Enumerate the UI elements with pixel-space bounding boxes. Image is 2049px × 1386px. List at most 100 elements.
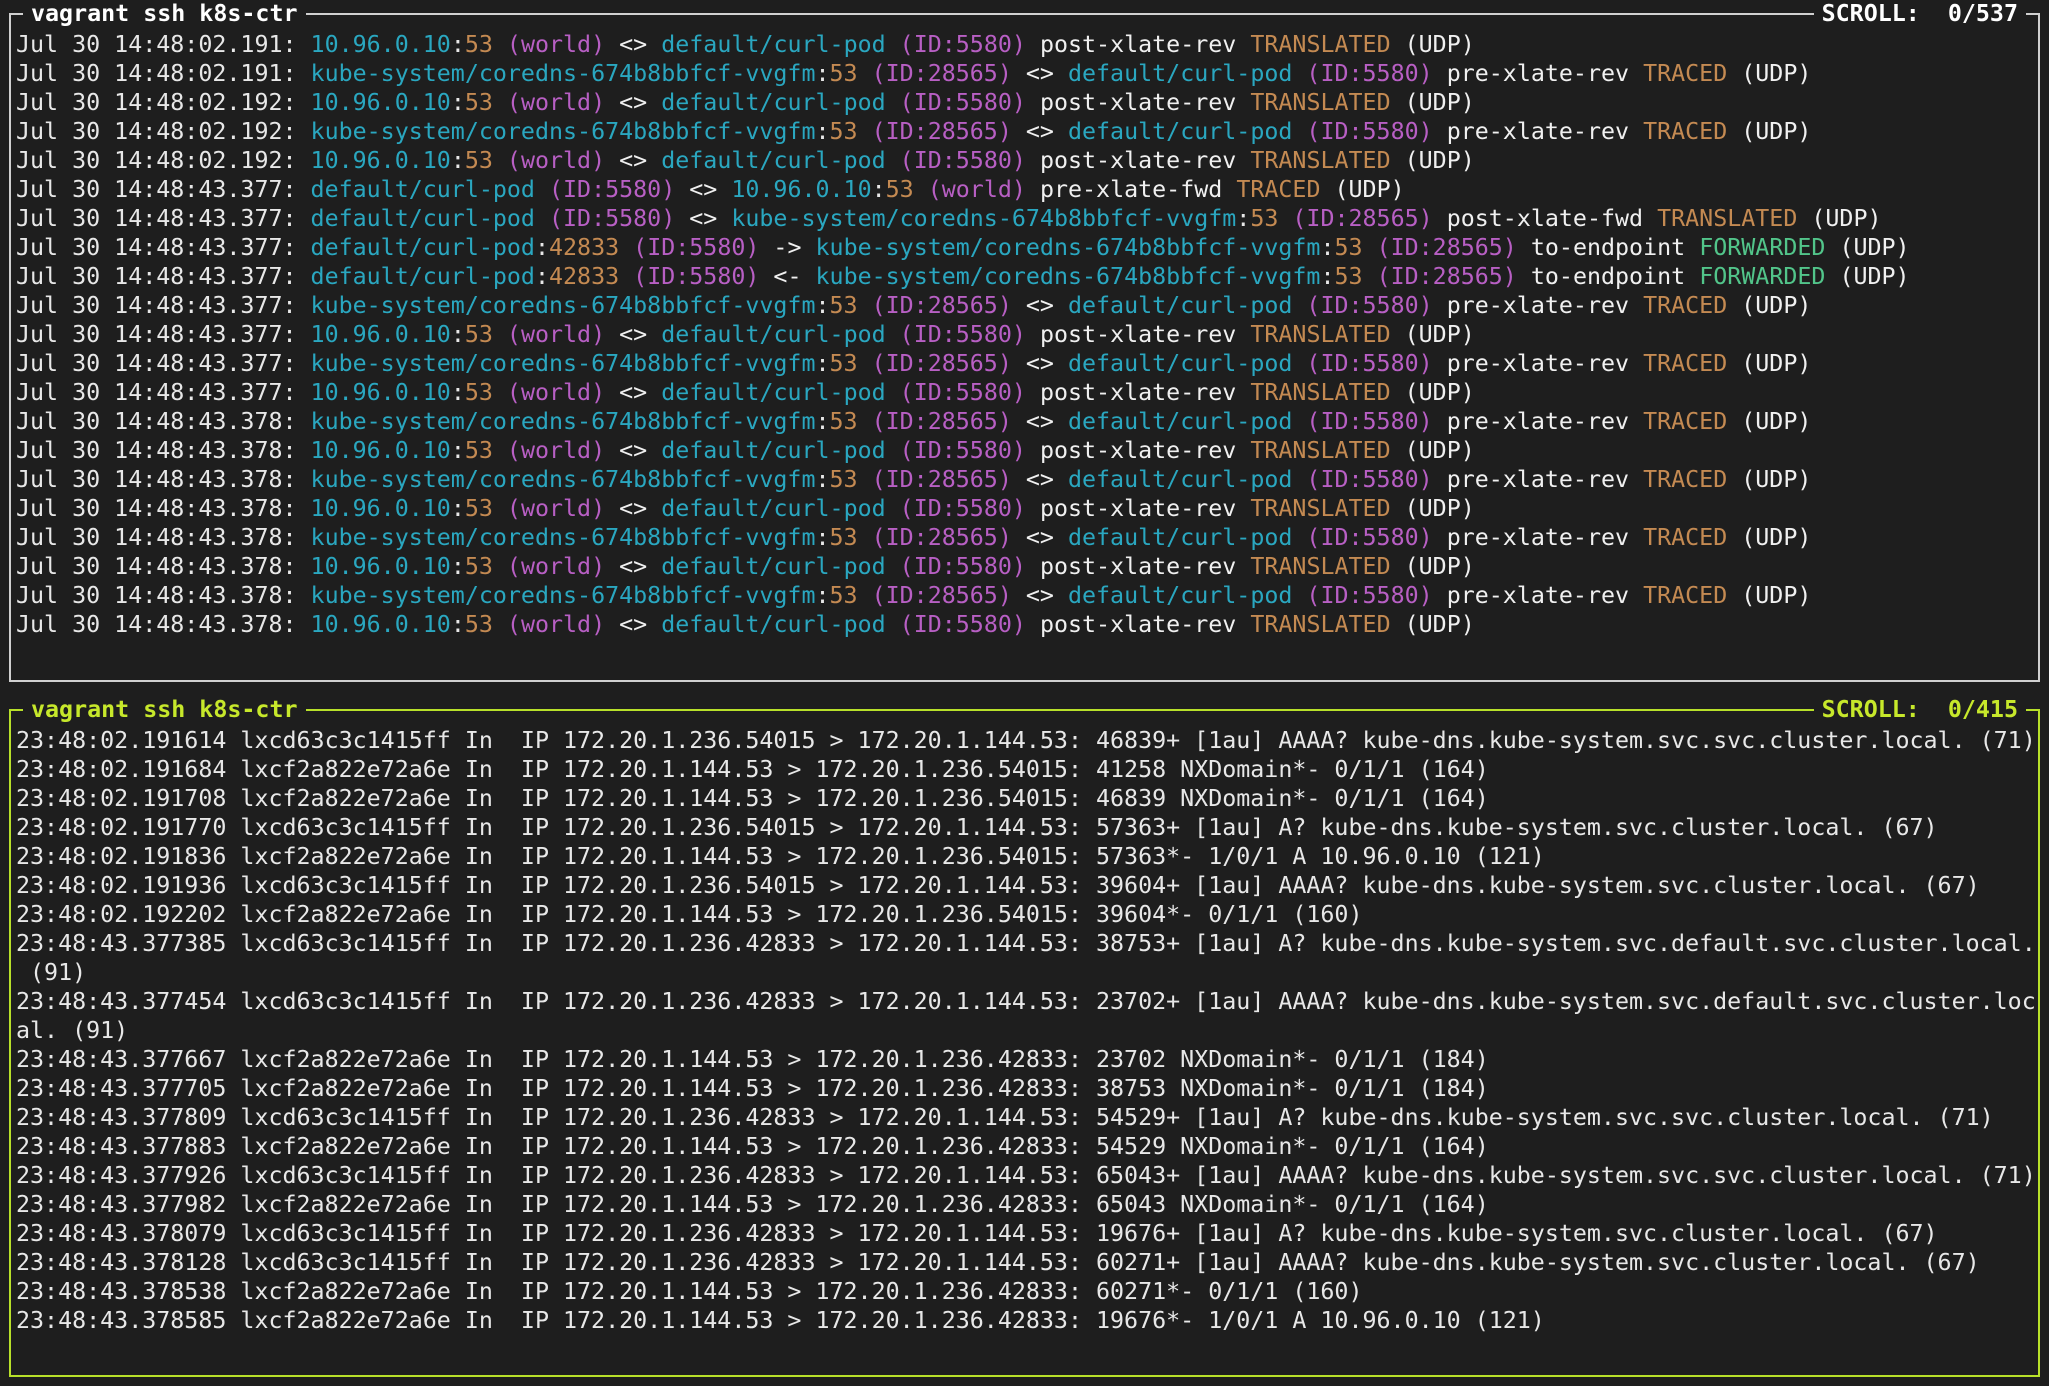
log-segment: (ID:28565) — [1362, 263, 1517, 290]
log-segment: TRANSLATED — [1250, 321, 1391, 348]
log-segment: Jul 30 14:48:02.191: — [16, 60, 311, 87]
log-segment: (UDP) — [1727, 60, 1812, 87]
terminal-output: 23:48:02.191614 lxcd63c3c1415ff In IP 17… — [16, 726, 2034, 1335]
log-segment: <> — [605, 147, 662, 174]
log-segment: (UDP) — [1390, 553, 1475, 580]
log-segment: <- — [759, 263, 816, 290]
log-line: Jul 30 14:48:43.377: 10.96.0.10:53 (worl… — [16, 320, 2034, 349]
log-segment: (ID:28565) — [1362, 234, 1517, 261]
log-segment: 53 — [464, 31, 493, 58]
log-segment: 53 — [464, 147, 493, 174]
log-segment: (ID:5580) — [885, 321, 1026, 348]
log-segment: : — [815, 350, 830, 377]
log-segment: Jul 30 14:48:43.377: — [16, 263, 311, 290]
log-segment: 10.96.0.10 — [310, 321, 451, 348]
log-segment: : — [450, 379, 465, 406]
log-segment: (world) — [492, 321, 606, 348]
tcpdump-pane[interactable]: vagrant ssh k8s-ctr SCROLL: 0/415 23:48:… — [9, 695, 2040, 1377]
log-segment: 10.96.0.10 — [310, 379, 451, 406]
log-segment: kube-system/coredns-674b8bbfcf-vvgfm — [310, 118, 816, 145]
log-line: Jul 30 14:48:02.192: kube-system/coredns… — [16, 117, 2034, 146]
log-segment: 53 — [829, 292, 858, 319]
log-segment: : — [534, 263, 549, 290]
log-segment: default/curl-pod — [310, 176, 535, 203]
hubble-observe-pane[interactable]: vagrant ssh k8s-ctr SCROLL: 0/537 Jul 30… — [9, 0, 2040, 682]
log-segment: (world) — [492, 611, 606, 638]
log-segment: 23:48:43.378538 lxcf2a822e72a6e In IP 17… — [16, 1278, 1363, 1305]
log-segment: Jul 30 14:48:43.378: — [16, 582, 311, 609]
log-segment: TRANSLATED — [1250, 553, 1391, 580]
log-segment: (UDP) — [1390, 437, 1475, 464]
log-segment: 53 — [464, 437, 493, 464]
log-segment: default/curl-pod — [661, 611, 886, 638]
log-segment: (UDP) — [1390, 321, 1475, 348]
log-segment: 53 — [1334, 234, 1363, 261]
log-segment: (ID:5580) — [534, 205, 676, 232]
log-segment: (UDP) — [1727, 118, 1812, 145]
log-segment: post-xlate-rev — [1025, 89, 1251, 116]
terminal-output: Jul 30 14:48:02.191: 10.96.0.10:53 (worl… — [16, 30, 2034, 639]
scroll-indicator: SCROLL: 0/537 — [1813, 0, 2026, 29]
log-segment: 23:48:43.377883 lxcf2a822e72a6e In IP 17… — [16, 1133, 1489, 1160]
log-segment: to-endpoint — [1516, 263, 1700, 290]
log-line: Jul 30 14:48:43.377: default/curl-pod:42… — [16, 233, 2034, 262]
log-line: Jul 30 14:48:02.192: 10.96.0.10:53 (worl… — [16, 146, 2034, 175]
log-segment: 53 — [464, 611, 493, 638]
log-segment: (ID:28565) — [857, 292, 1012, 319]
log-segment: default/curl-pod — [661, 379, 886, 406]
log-segment: default/curl-pod — [1067, 350, 1293, 377]
log-segment: TRANSLATED — [1657, 205, 1798, 232]
log-segment: : — [1320, 263, 1335, 290]
log-segment: kube-system/coredns-674b8bbfcf-vvgfm — [310, 466, 816, 493]
log-segment: post-xlate-rev — [1025, 495, 1251, 522]
log-segment: kube-system/coredns-674b8bbfcf-vvgfm — [815, 234, 1321, 261]
log-segment: post-xlate-rev — [1025, 611, 1251, 638]
log-segment: kube-system/coredns-674b8bbfcf-vvgfm — [310, 292, 816, 319]
log-segment: TRACED — [1643, 350, 1728, 377]
log-segment: default/curl-pod — [661, 89, 886, 116]
log-segment: (ID:5580) — [885, 495, 1026, 522]
log-segment: TRANSLATED — [1250, 379, 1391, 406]
log-segment: TRANSLATED — [1250, 31, 1391, 58]
log-line: 23:48:43.378585 lxcf2a822e72a6e In IP 17… — [16, 1306, 2034, 1335]
log-segment: (91) — [16, 959, 87, 986]
log-segment: TRACED — [1643, 582, 1728, 609]
log-segment: Jul 30 14:48:43.377: — [16, 292, 311, 319]
log-segment: (world) — [492, 495, 606, 522]
log-segment: default/curl-pod — [661, 321, 886, 348]
log-segment: <> — [605, 321, 662, 348]
log-line: 23:48:02.192202 lxcf2a822e72a6e In IP 17… — [16, 900, 2034, 929]
log-segment: (world) — [492, 147, 606, 174]
log-segment: (UDP) — [1320, 176, 1405, 203]
log-segment: (world) — [913, 176, 1026, 203]
log-segment: : — [1236, 205, 1251, 232]
log-segment: : — [1320, 234, 1335, 261]
log-segment: TRACED — [1643, 466, 1728, 493]
log-line: 23:48:02.191708 lxcf2a822e72a6e In IP 17… — [16, 784, 2034, 813]
log-segment: TRACED — [1643, 292, 1728, 319]
log-segment: <> — [1011, 118, 1068, 145]
log-segment: : — [815, 582, 830, 609]
log-segment: (world) — [492, 553, 606, 580]
log-segment: Jul 30 14:48:02.192: — [16, 147, 311, 174]
log-segment: <> — [1011, 524, 1068, 551]
log-segment: 23:48:43.377982 lxcf2a822e72a6e In IP 17… — [16, 1191, 1489, 1218]
log-segment: (ID:28565) — [857, 582, 1012, 609]
log-segment: Jul 30 14:48:02.191: — [16, 31, 311, 58]
log-segment: TRANSLATED — [1250, 495, 1391, 522]
log-segment: TRACED — [1643, 408, 1728, 435]
log-segment: (UDP) — [1390, 611, 1475, 638]
log-segment: <> — [1011, 582, 1068, 609]
log-segment: 10.96.0.10 — [310, 611, 451, 638]
log-segment: kube-system/coredns-674b8bbfcf-vvgfm — [815, 263, 1321, 290]
log-segment: 53 — [1334, 263, 1363, 290]
log-segment: Jul 30 14:48:43.378: — [16, 466, 311, 493]
log-segment: kube-system/coredns-674b8bbfcf-vvgfm — [310, 60, 816, 87]
log-line: Jul 30 14:48:43.377: 10.96.0.10:53 (worl… — [16, 378, 2034, 407]
log-segment: default/curl-pod — [310, 234, 535, 261]
log-line: 23:48:43.377705 lxcf2a822e72a6e In IP 17… — [16, 1074, 2034, 1103]
log-segment: TRACED — [1643, 60, 1728, 87]
log-segment: (UDP) — [1390, 31, 1475, 58]
log-segment: <> — [675, 205, 732, 232]
log-segment: kube-system/coredns-674b8bbfcf-vvgfm — [731, 205, 1237, 232]
